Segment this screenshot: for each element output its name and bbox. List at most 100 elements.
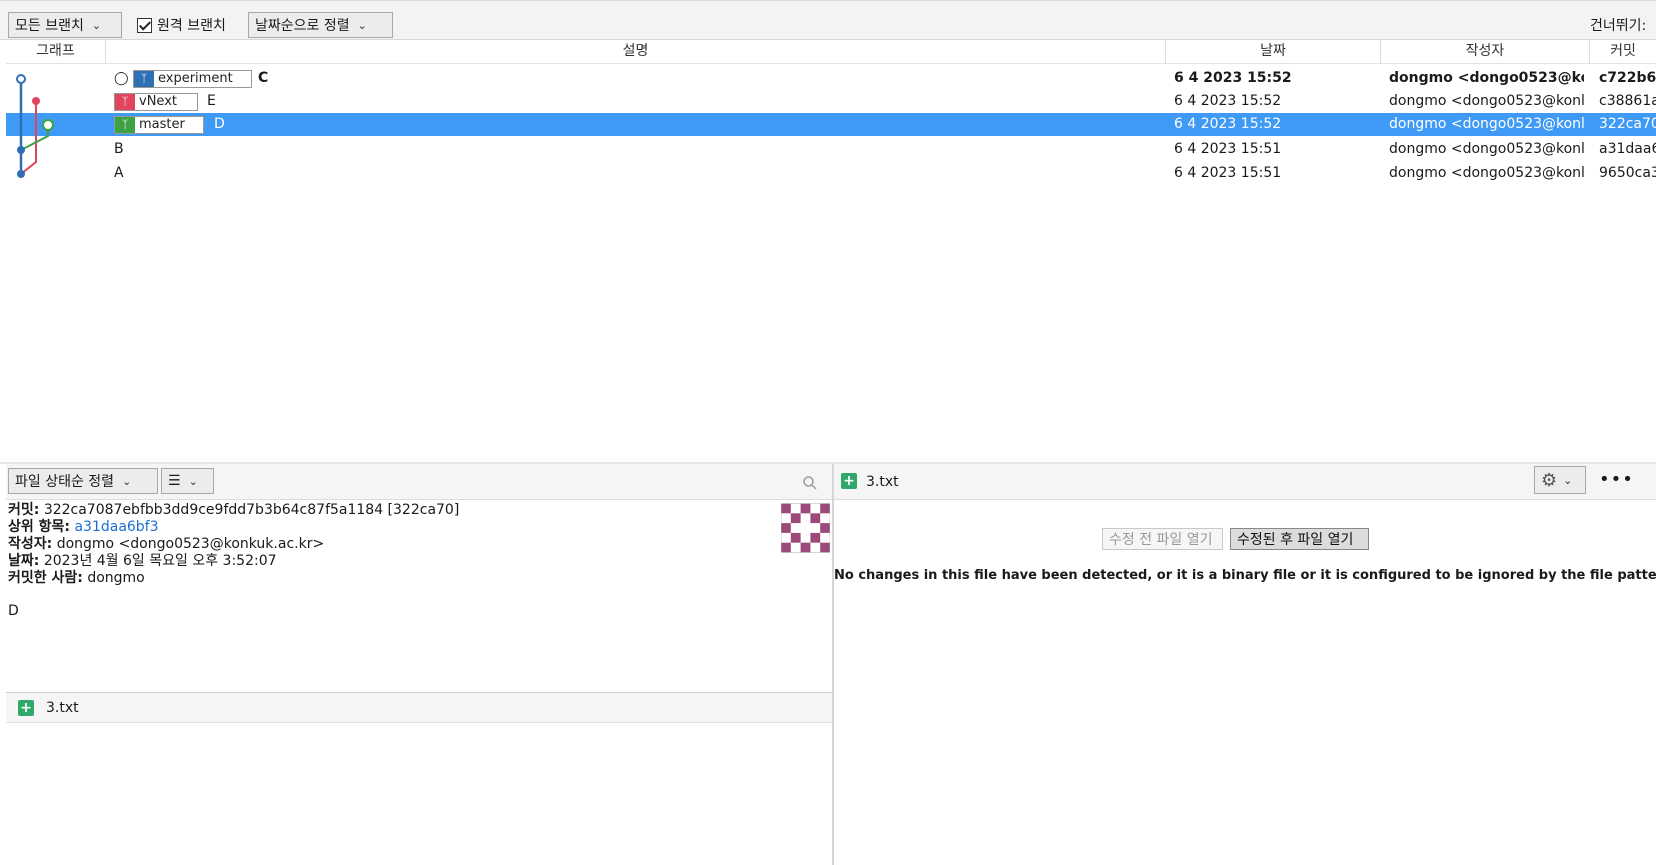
diff-panel-toolbar: + 3.txt ⚙ ⌄ ••• xyxy=(834,464,1656,500)
details-date-label: 날짜: xyxy=(8,553,40,569)
column-header-description[interactable]: 설명 xyxy=(106,40,1166,64)
branch-tag-vnext[interactable]: ᛉ vNext xyxy=(114,93,198,111)
checkbox-checked-icon[interactable] xyxy=(137,17,152,33)
parent-commit-link[interactable]: a31daa6bf3 xyxy=(74,519,158,535)
sort-order-dropdown[interactable]: 날짜순으로 정렬 ⌄ xyxy=(248,12,393,38)
head-marker-icon: ◯ xyxy=(114,71,129,86)
more-options-icon[interactable]: ••• xyxy=(1599,469,1634,490)
open-after-file-button[interactable]: 수정된 후 파일 열기 xyxy=(1230,528,1369,550)
details-commit-label: 커밋: xyxy=(8,502,40,518)
chevron-down-icon: ⌄ xyxy=(188,474,198,488)
added-file-icon: + xyxy=(18,700,34,716)
commit-message: E xyxy=(207,93,216,109)
list-icon: ☰ xyxy=(168,473,181,489)
graph-node-d[interactable] xyxy=(42,119,54,131)
branch-filter-dropdown[interactable]: 모든 브랜치 ⌄ xyxy=(8,12,122,38)
details-committer-value: dongmo xyxy=(87,570,145,586)
commit-list-header: 그래프 설명 날짜 작성자 커밋 xyxy=(6,40,1656,64)
graph-node-e[interactable] xyxy=(32,97,40,105)
file-list-item[interactable]: + 3.txt xyxy=(6,693,832,723)
commit-author: dongmo <dongo0523@konl xyxy=(1389,165,1584,181)
commit-row[interactable]: B 6 4 2023 15:51 dongmo <dongo0523@konl … xyxy=(6,138,1656,161)
details-commit-line: 커밋: 322ca7087ebfbb3dd9ce9fdd7b3b64c87f5a… xyxy=(8,502,828,519)
view-mode-dropdown[interactable]: ☰ ⌄ xyxy=(161,468,214,494)
column-header-graph[interactable]: 그래프 xyxy=(6,40,106,64)
branch-icon: ᛉ xyxy=(115,94,135,110)
search-icon[interactable] xyxy=(802,475,818,491)
commit-date: 6 4 2023 15:51 xyxy=(1174,165,1282,181)
branch-tag-label: master xyxy=(139,117,185,132)
commit-date: 6 4 2023 15:51 xyxy=(1174,141,1282,157)
commit-date: 6 4 2023 15:52 xyxy=(1174,93,1282,109)
details-author-line: 작성자: dongmo <dongo0523@konkuk.ac.kr> xyxy=(8,536,828,553)
details-parent-label: 상위 항목: xyxy=(8,519,70,535)
details-author-value: dongmo <dongo0523@konkuk.ac.kr> xyxy=(56,536,325,552)
graph-node-a[interactable] xyxy=(17,170,25,178)
open-before-file-label: 수정 전 파일 열기 xyxy=(1109,532,1213,548)
file-name: 3.txt xyxy=(46,700,79,716)
diff-settings-dropdown[interactable]: ⚙ ⌄ xyxy=(1534,466,1586,494)
remote-branches-checkbox[interactable]: 원격 브랜치 xyxy=(137,15,226,35)
commit-message: D xyxy=(214,116,225,132)
added-file-icon: + xyxy=(841,473,857,489)
avatar xyxy=(781,503,830,553)
branch-icon: ᛉ xyxy=(134,71,154,87)
file-list: + 3.txt xyxy=(6,692,832,723)
branch-tag-master[interactable]: ᛉ master xyxy=(114,116,204,134)
branch-tag-experiment[interactable]: ᛉ experiment xyxy=(133,70,252,88)
top-toolbar: 모든 브랜치 ⌄ 원격 브랜치 날짜순으로 정렬 ⌄ 건너뛰기: xyxy=(0,0,1656,40)
column-header-author[interactable]: 작성자 xyxy=(1381,40,1590,64)
details-message: D xyxy=(8,603,19,619)
commit-row[interactable]: ◯ ᛉ experiment C 6 4 2023 15:52 dongmo <… xyxy=(6,67,1656,90)
open-after-file-label: 수정된 후 파일 열기 xyxy=(1237,532,1354,548)
commit-message: C xyxy=(258,70,269,86)
commit-graph xyxy=(16,74,54,178)
branch-filter-label: 모든 브랜치 xyxy=(15,18,84,34)
jump-to-label: 건너뛰기: xyxy=(1590,18,1647,34)
column-header-commit[interactable]: 커밋 xyxy=(1590,40,1656,64)
commit-hash: 9650ca3 xyxy=(1599,165,1656,181)
commit-author: dongmo <dongo0523@konl xyxy=(1389,141,1584,157)
branch-icon: ᛉ xyxy=(115,117,135,133)
commit-row-selected[interactable]: ᛉ master D 6 4 2023 15:52 dongmo <dongo0… xyxy=(6,113,1656,136)
branch-tag-label: experiment xyxy=(158,71,233,86)
diff-file-name: 3.txt xyxy=(866,474,899,490)
commit-message: B xyxy=(114,141,124,157)
commit-hash: a31daa6 xyxy=(1599,141,1656,157)
details-committer-line: 커밋한 사람: dongmo xyxy=(8,570,828,587)
gear-icon: ⚙ xyxy=(1541,469,1558,491)
commit-hash: c722b6c xyxy=(1599,70,1656,86)
commit-author: dongmo <dongo0523@konl xyxy=(1389,93,1584,109)
remote-branches-label: 원격 브랜치 xyxy=(157,18,226,34)
commit-hash: c38861a xyxy=(1599,93,1656,109)
file-sort-dropdown[interactable]: 파일 상태순 정렬 ⌄ xyxy=(8,468,158,494)
branch-tag-label: vNext xyxy=(139,94,177,109)
column-header-date[interactable]: 날짜 xyxy=(1166,40,1381,64)
details-commit-value: 322ca7087ebfbb3dd9ce9fdd7b3b64c87f5a1184… xyxy=(43,502,460,518)
details-parent-line: 상위 항목: a31daa6bf3 xyxy=(8,519,828,536)
chevron-down-icon: ⌄ xyxy=(1563,473,1573,487)
details-committer-label: 커밋한 사람: xyxy=(8,570,83,586)
file-sort-label: 파일 상태순 정렬 xyxy=(15,474,115,490)
graph-node-c[interactable] xyxy=(16,74,26,84)
commit-author: dongmo <dongo0523@konl xyxy=(1389,116,1584,132)
commit-date: 6 4 2023 15:52 xyxy=(1174,116,1282,132)
commit-row[interactable]: A 6 4 2023 15:51 dongmo <dongo0523@konl … xyxy=(6,162,1656,185)
file-panel-toolbar: 파일 상태순 정렬 ⌄ ☰ ⌄ xyxy=(6,464,832,500)
commit-date: 6 4 2023 15:52 xyxy=(1174,70,1292,86)
vertical-splitter[interactable] xyxy=(832,464,834,865)
sort-order-label: 날짜순으로 정렬 xyxy=(255,18,350,34)
chevron-down-icon: ⌄ xyxy=(357,18,367,32)
details-date-line: 날짜: 2023년 4월 6일 목요일 오후 3:52:07 xyxy=(8,553,828,570)
details-date-value: 2023년 4월 6일 목요일 오후 3:52:07 xyxy=(43,553,277,569)
commit-hash: 322ca70 xyxy=(1599,116,1656,132)
details-author-label: 작성자: xyxy=(8,536,53,552)
chevron-down-icon: ⌄ xyxy=(91,18,102,32)
diff-empty-message: No changes in this file have been detect… xyxy=(834,568,1656,583)
commit-author: dongmo <dongo0523@kor xyxy=(1389,70,1584,86)
graph-node-b[interactable] xyxy=(17,146,25,154)
commit-message: A xyxy=(114,165,124,181)
graph-line-vnext xyxy=(20,101,37,175)
open-before-file-button[interactable]: 수정 전 파일 열기 xyxy=(1102,528,1223,550)
commit-row[interactable]: ᛉ vNext E 6 4 2023 15:52 dongmo <dongo05… xyxy=(6,90,1656,113)
